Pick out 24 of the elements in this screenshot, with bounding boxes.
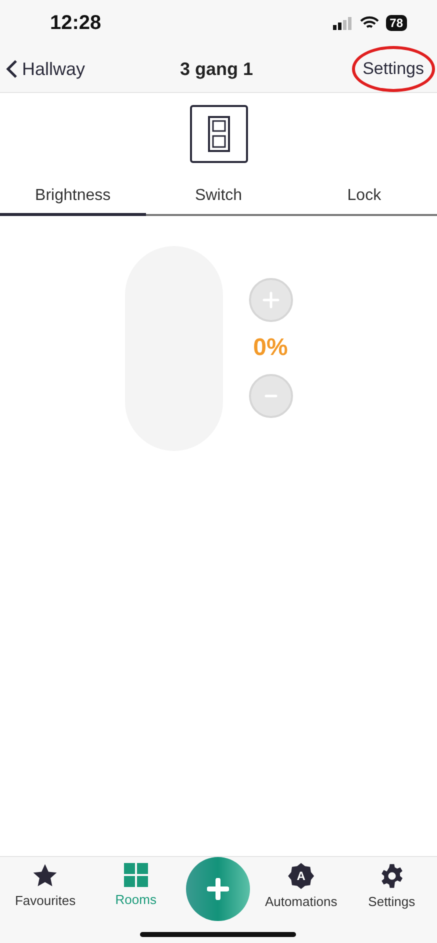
settings-icon bbox=[378, 863, 405, 889]
signal-icon bbox=[332, 16, 353, 30]
decrease-button[interactable] bbox=[248, 374, 292, 418]
tab[interactable]: Brightness bbox=[0, 177, 146, 216]
wall-switch-icon bbox=[190, 105, 248, 163]
back-button[interactable]: Hallway bbox=[6, 58, 86, 80]
increase-button[interactable] bbox=[248, 278, 292, 322]
tab-bar-item[interactable]: A Automations bbox=[261, 863, 342, 909]
settings-link[interactable]: Settings bbox=[352, 46, 435, 92]
chevron-left-icon bbox=[6, 59, 18, 79]
tab-bar-item[interactable]: Settings bbox=[352, 863, 432, 909]
plus-icon bbox=[207, 878, 230, 900]
brightness-reading: 0% bbox=[253, 334, 288, 362]
grid-icon bbox=[124, 863, 148, 887]
wifi-icon bbox=[360, 16, 379, 30]
plus-icon bbox=[262, 291, 280, 309]
automation-badge-icon: A bbox=[288, 863, 314, 889]
status-time: 12:28 bbox=[50, 12, 102, 34]
battery-level: 78 bbox=[386, 15, 407, 31]
tab-bar-item[interactable]: Favourites bbox=[5, 863, 86, 908]
star-icon bbox=[32, 863, 58, 888]
page-title: 3 gang 1 bbox=[180, 58, 254, 80]
tab[interactable]: Lock bbox=[291, 177, 437, 216]
tab[interactable]: Switch bbox=[146, 177, 292, 216]
